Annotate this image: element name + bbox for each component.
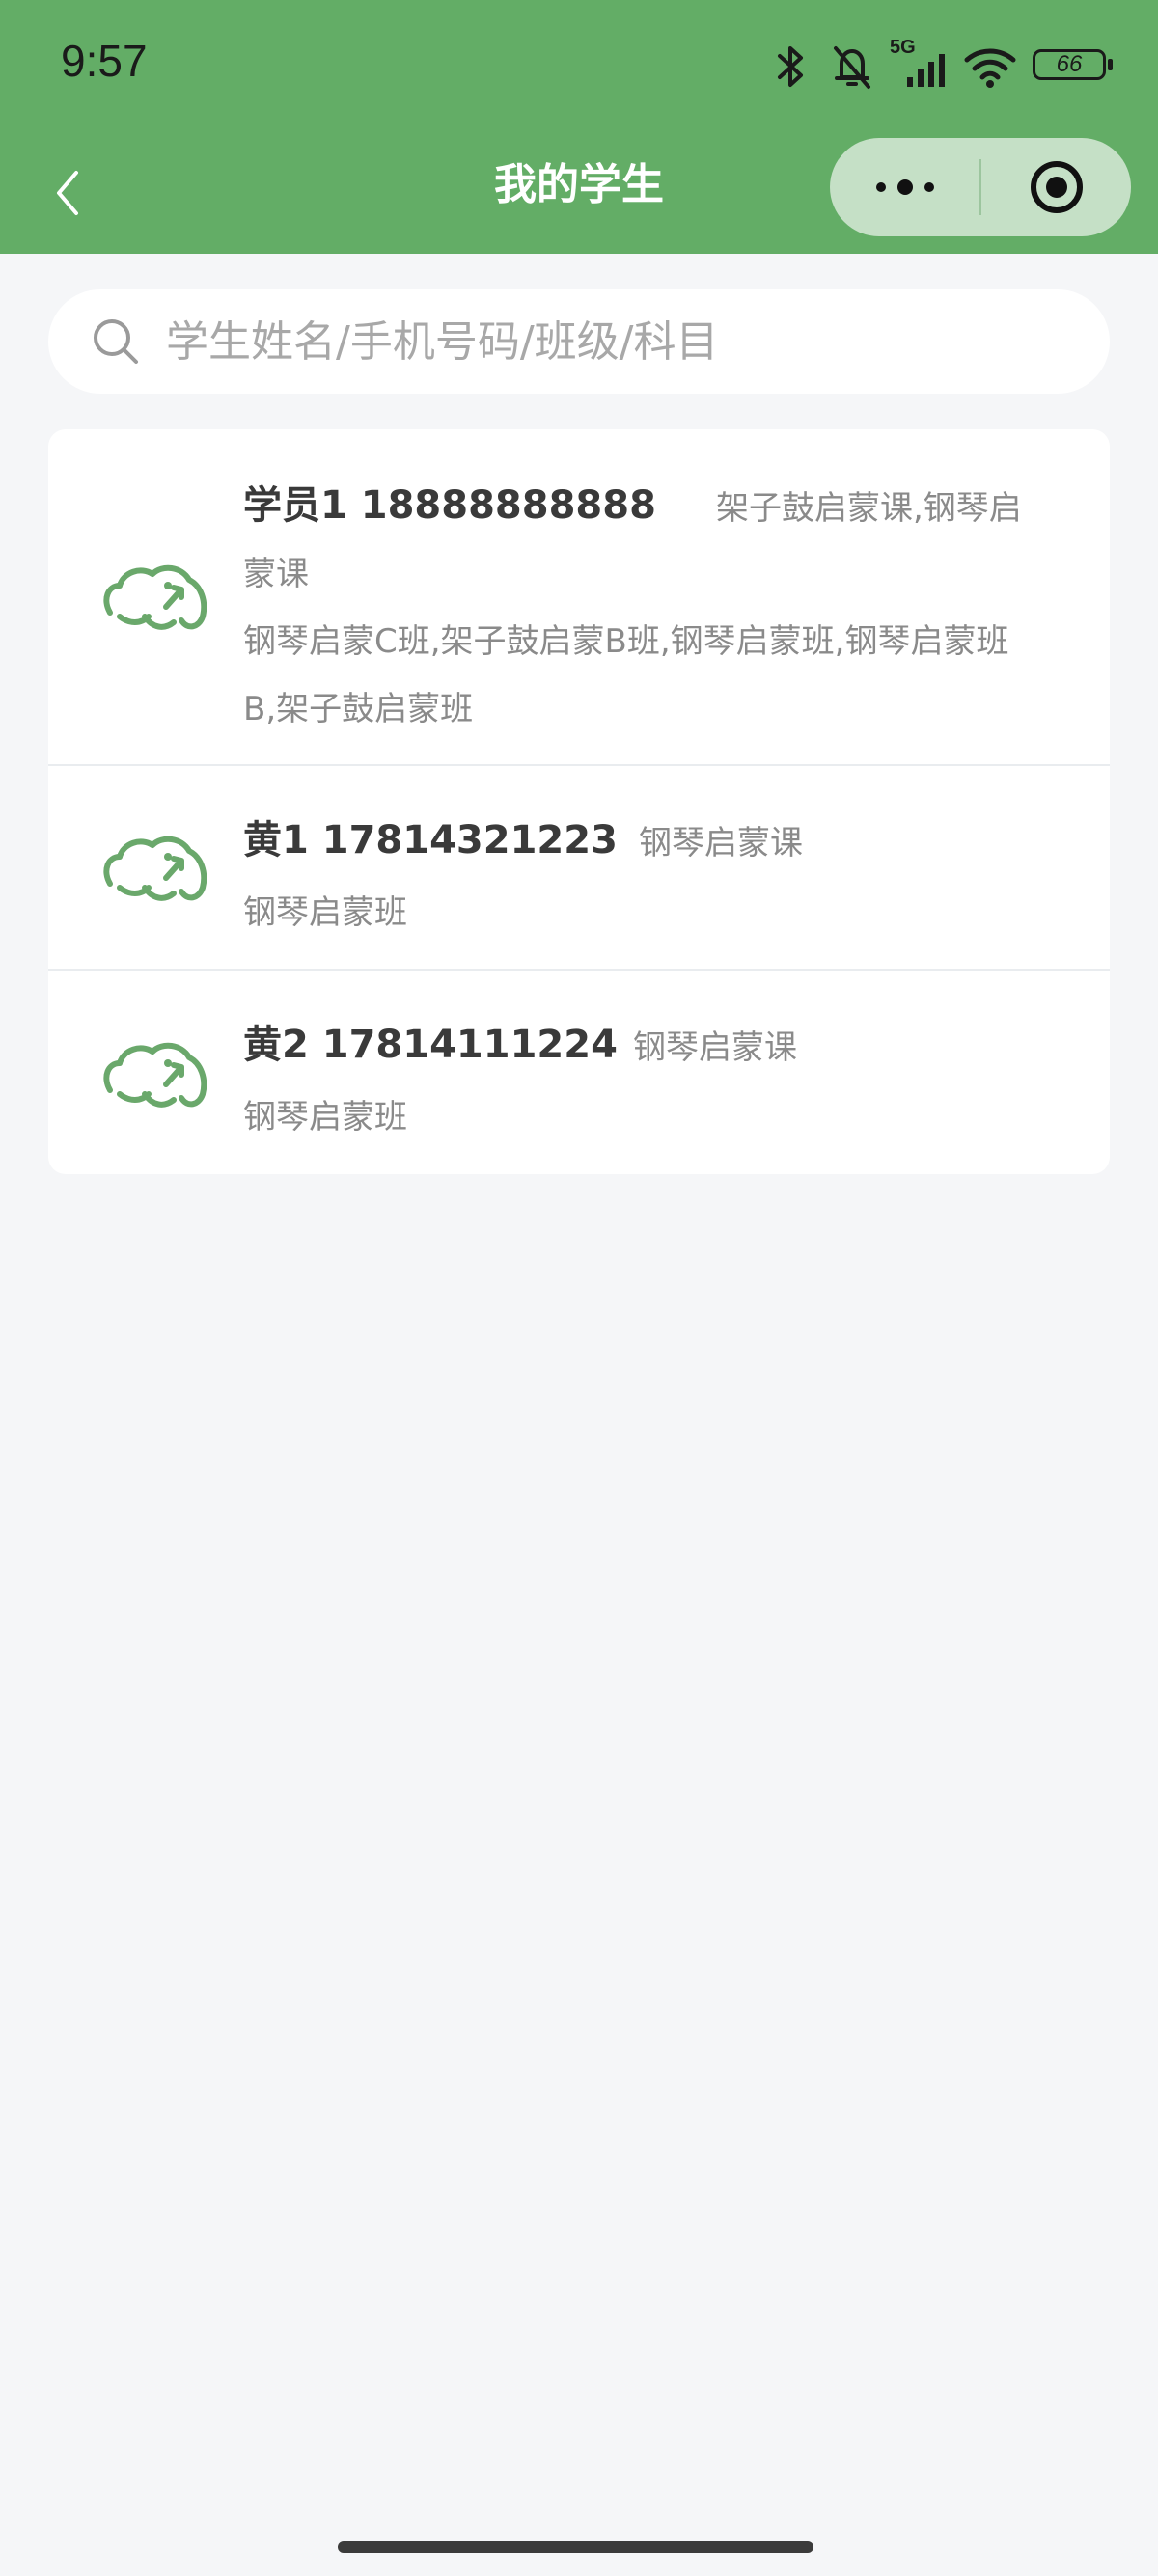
battery-icon: 66 (1033, 49, 1116, 84)
search-icon (94, 319, 138, 364)
close-miniprogram-button[interactable] (981, 138, 1131, 236)
student-classes: 钢琴启蒙班 (243, 893, 407, 932)
student-name-phone: 黄1 17814321223 (243, 818, 618, 863)
search-input[interactable] (166, 289, 1083, 394)
student-course: 钢琴启蒙课 (633, 1028, 797, 1067)
bluetooth-icon (778, 46, 803, 87)
search-bar[interactable] (48, 289, 1110, 394)
student-classes: 钢琴启蒙C班,架子鼓启蒙B班,钢琴启蒙班,钢琴启蒙班 (243, 622, 1009, 661)
student-course: 架子鼓启蒙课,钢琴启 (716, 489, 1022, 528)
capsule-menu (830, 138, 1131, 236)
student-list: 学员1 18888888888 架子鼓启蒙课,钢琴启 蒙课 钢琴启蒙C班,架子鼓… (48, 429, 1110, 1174)
status-icons: 5G 66 (772, 37, 1119, 95)
elephant-avatar-icon (103, 836, 207, 901)
student-classes-continued: B,架子鼓启蒙班 (243, 690, 474, 728)
signal-5g-icon: 5G (890, 37, 951, 91)
elephant-avatar-icon (103, 564, 207, 630)
header: 9:57 5G 66 我的学生 (0, 0, 1158, 254)
student-row-1[interactable]: 学员1 18888888888 架子鼓启蒙课,钢琴启 蒙课 钢琴启蒙C班,架子鼓… (48, 429, 1110, 765)
mute-bell-icon (834, 46, 870, 89)
navbar: 我的学生 (0, 130, 1158, 254)
status-bar: 9:57 5G 66 (0, 0, 1158, 130)
battery-level: 66 (1056, 51, 1083, 77)
student-name-phone: 黄2 17814111224 (243, 1023, 618, 1067)
student-name-phone: 学员1 18888888888 (243, 483, 656, 528)
status-time: 9:57 (61, 36, 148, 86)
more-button[interactable] (830, 138, 979, 236)
more-dots-icon (875, 179, 934, 195)
home-indicator[interactable] (338, 2541, 813, 2553)
wifi-icon (964, 48, 1016, 88)
student-course: 钢琴启蒙课 (639, 824, 803, 863)
student-course-continued: 蒙课 (243, 555, 309, 593)
student-row-2[interactable]: 黄1 17814321223 钢琴启蒙课 钢琴启蒙班 (48, 766, 1110, 969)
elephant-avatar-icon (103, 1042, 207, 1108)
student-row-3[interactable]: 黄2 17814111224 钢琴启蒙课 钢琴启蒙班 (48, 971, 1110, 1174)
student-classes: 钢琴启蒙班 (243, 1098, 407, 1137)
target-circle-icon (1030, 161, 1083, 213)
